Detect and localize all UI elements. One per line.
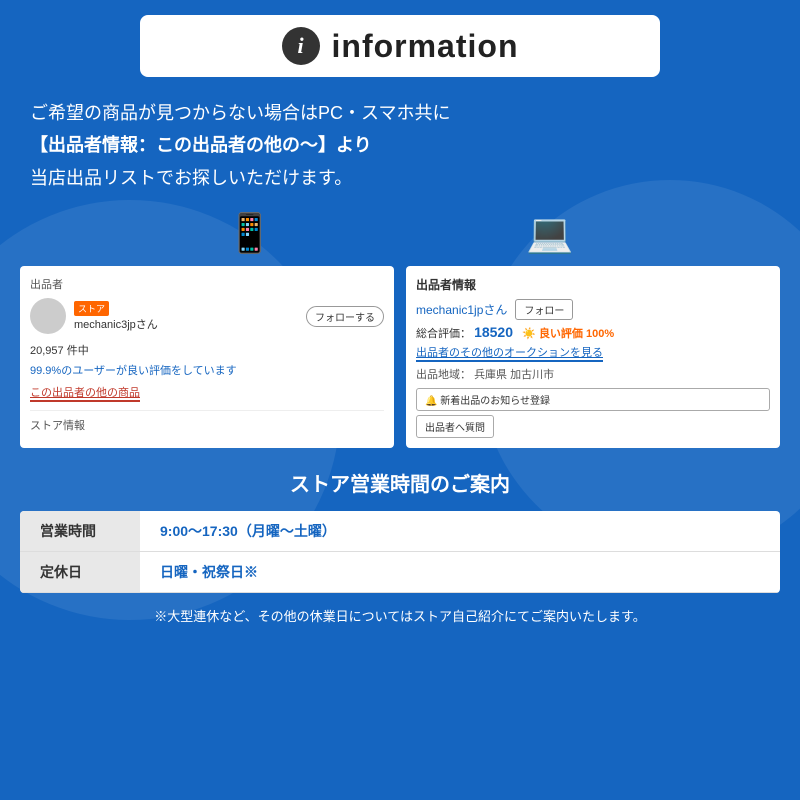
other-items-link[interactable]: この出品者の他の商品 <box>30 384 140 402</box>
info-title: information <box>332 28 519 65</box>
ss-left-label: 出品者 <box>30 276 384 292</box>
hours-label-business: 営業時間 <box>20 511 140 552</box>
hours-table: 営業時間 9:00〜17:30（月曜〜土曜） 定休日 日曜・祝祭日※ <box>20 511 780 593</box>
main-text-line2-content: 【出品者情報：この出品者の他の〜】より <box>30 135 372 155</box>
seller-name-left: mechanic3jpさん <box>74 316 158 332</box>
good-percent: 100% <box>586 328 614 340</box>
main-text-line3: 当店出品リストでお探しいただけます。 <box>30 162 770 194</box>
screenshots-row: 出品者 ストア mechanic3jpさん フォローする 20,957 件中 9… <box>20 266 780 448</box>
seller-avatar <box>30 298 66 334</box>
info-icon <box>282 27 320 65</box>
smartphone-icon: 📱 <box>226 212 273 256</box>
seller-stats: 20,957 件中 <box>30 342 384 358</box>
location-value: 兵庫県 加古川市 <box>474 369 554 381</box>
ss-right-seller-row: mechanic1jpさん フォロー <box>416 299 770 320</box>
rating-text: 99.9%のユーザーが良い評価をしています <box>30 362 384 378</box>
seller-name-right: mechanic1jpさん <box>416 301 507 318</box>
hours-value-holiday: 日曜・祝祭日※ <box>140 552 780 593</box>
location-text: 出品地域： 兵庫県 加古川市 <box>416 366 770 382</box>
question-button[interactable]: 出品者へ質問 <box>416 415 494 438</box>
total-rating-value: 18520 <box>474 324 513 340</box>
good-label: 良い評価 <box>539 328 583 340</box>
auction-link[interactable]: 出品者のその他のオークションを見る <box>416 344 603 362</box>
rating-row: 総合評価： 18520 ☀️ 良い評価 100% <box>416 324 770 341</box>
location-label: 出品地域： <box>416 369 471 381</box>
total-rating-label: 総合評価： <box>416 328 471 340</box>
ss-left-name-block: ストア mechanic3jpさん <box>74 301 158 332</box>
good-rating: 良い評価 100% <box>539 328 614 340</box>
follow-button-left[interactable]: フォローする <box>306 306 384 327</box>
device-icons-row: 📱 💻 <box>20 212 780 256</box>
main-text-block: ご希望の商品が見つからない場合はPC・スマホ共に 【出品者情報：この出品者の他の… <box>20 97 780 194</box>
main-container: information ご希望の商品が見つからない場合はPC・スマホ共に 【出品… <box>0 0 800 642</box>
store-info-link[interactable]: ストア情報 <box>30 410 384 433</box>
notify-button[interactable]: 🔔 新着出品のお知らせ登録 <box>416 388 770 411</box>
sun-emoji: ☀️ <box>522 328 536 340</box>
hours-row-holiday: 定休日 日曜・祝祭日※ <box>20 552 780 593</box>
ss-left-header: ストア mechanic3jpさん フォローする <box>30 298 384 334</box>
main-text-line2: 【出品者情報：この出品者の他の〜】より <box>30 129 770 161</box>
follow-button-right[interactable]: フォロー <box>515 299 573 320</box>
computer-icon: 💻 <box>526 212 573 256</box>
main-text-line1: ご希望の商品が見つからない場合はPC・スマホ共に <box>30 97 770 129</box>
info-header: information <box>140 15 660 77</box>
hours-label-holiday: 定休日 <box>20 552 140 593</box>
screenshot-left: 出品者 ストア mechanic3jpさん フォローする 20,957 件中 9… <box>20 266 394 448</box>
screenshot-right: 出品者情報 mechanic1jpさん フォロー 総合評価： 18520 ☀️ … <box>406 266 780 448</box>
ss-right-header: 出品者情報 <box>416 276 770 293</box>
store-badge: ストア <box>74 301 109 316</box>
hours-value-business: 9:00〜17:30（月曜〜土曜） <box>140 511 780 552</box>
hours-row-business: 営業時間 9:00〜17:30（月曜〜土曜） <box>20 511 780 552</box>
footer-note: ※大型連休など、その他の休業日についてはストア自己紹介にてご案内いたします。 <box>20 607 780 627</box>
store-hours-title: ストア営業時間のご案内 <box>20 468 780 497</box>
